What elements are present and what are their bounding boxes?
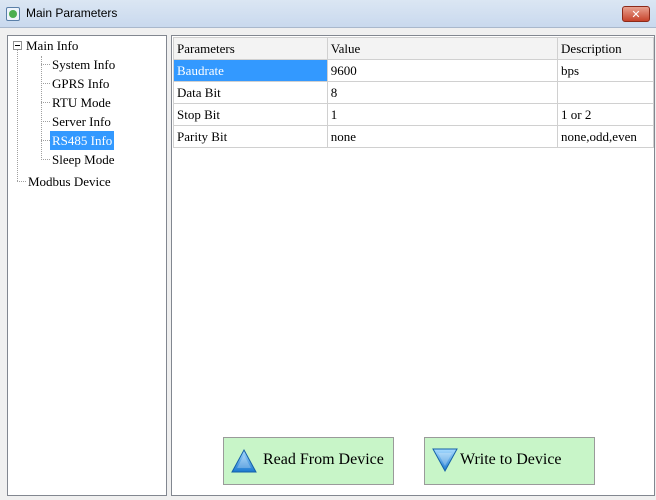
param-name-cell[interactable]: Baudrate — [173, 59, 328, 82]
table-row[interactable]: Stop Bit 1 1 or 2 — [173, 103, 654, 126]
tree-node-label: Main Info — [26, 38, 79, 53]
app-icon — [6, 7, 20, 21]
close-button[interactable]: ✕ — [622, 6, 650, 22]
param-name-cell[interactable]: Stop Bit — [173, 103, 328, 126]
parameter-tree[interactable]: Main Info System Info GPRS Info RTU Mode… — [7, 35, 167, 496]
collapse-icon[interactable] — [13, 41, 22, 50]
param-description-cell: none,odd,even — [557, 125, 654, 148]
param-value-cell[interactable]: 8 — [326, 81, 559, 104]
param-name-cell[interactable]: Parity Bit — [173, 125, 328, 148]
param-name-cell[interactable]: Data Bit — [173, 81, 328, 104]
tree-node-label: RTU Mode — [52, 95, 111, 110]
tree-connector-children — [41, 56, 42, 160]
column-header-value[interactable]: Value — [326, 37, 559, 60]
tree-connector-h7 — [17, 181, 26, 182]
tree-connector-h5 — [41, 140, 50, 141]
read-from-device-button[interactable]: Read From Device — [223, 437, 394, 485]
param-value-cell[interactable]: 1 — [326, 103, 559, 126]
table-row[interactable]: Data Bit 8 — [173, 81, 654, 104]
arrow-down-icon — [432, 447, 458, 478]
tree-node-label: Sleep Mode — [52, 152, 115, 167]
tree-connector-h2 — [41, 83, 50, 84]
write-to-device-button[interactable]: Write to Device — [424, 437, 595, 485]
window-title: Main Parameters — [26, 6, 118, 20]
parameters-grid: Parameters Value Description Baudrate 96… — [173, 37, 654, 148]
write-to-device-label: Write to Device — [460, 451, 562, 468]
close-icon: ✕ — [631, 7, 641, 21]
tree-node-label: System Info — [52, 57, 116, 72]
tree-node-label-selected: RS485 Info — [50, 131, 115, 150]
param-description-cell: bps — [557, 59, 654, 82]
tree-connector-h1 — [41, 64, 50, 65]
param-value-cell[interactable]: none — [326, 125, 559, 148]
tree-node-label: GPRS Info — [52, 76, 110, 91]
tree-node-label: Modbus Device — [28, 174, 111, 189]
arrow-up-icon — [231, 448, 257, 479]
param-value-cell[interactable]: 9600 — [326, 59, 559, 82]
table-row[interactable]: Parity Bit none none,odd,even — [173, 125, 654, 148]
tree-connector-root — [17, 46, 18, 181]
tree-node-label: Server Info — [52, 114, 111, 129]
param-description-cell — [557, 81, 654, 104]
column-header-parameters[interactable]: Parameters — [173, 37, 328, 60]
title-bar: Main Parameters ✕ — [0, 0, 656, 28]
read-from-device-label: Read From Device — [263, 451, 384, 468]
table-row[interactable]: Baudrate 9600 bps — [173, 59, 654, 82]
tree-connector-h6 — [41, 159, 50, 160]
tree-connector-h3 — [41, 102, 50, 103]
param-description-cell: 1 or 2 — [557, 103, 654, 126]
tree-connector-h4 — [41, 121, 50, 122]
grid-header-row: Parameters Value Description — [173, 37, 654, 60]
column-header-description[interactable]: Description — [557, 37, 654, 60]
parameters-grid-panel: Parameters Value Description Baudrate 96… — [171, 35, 655, 496]
